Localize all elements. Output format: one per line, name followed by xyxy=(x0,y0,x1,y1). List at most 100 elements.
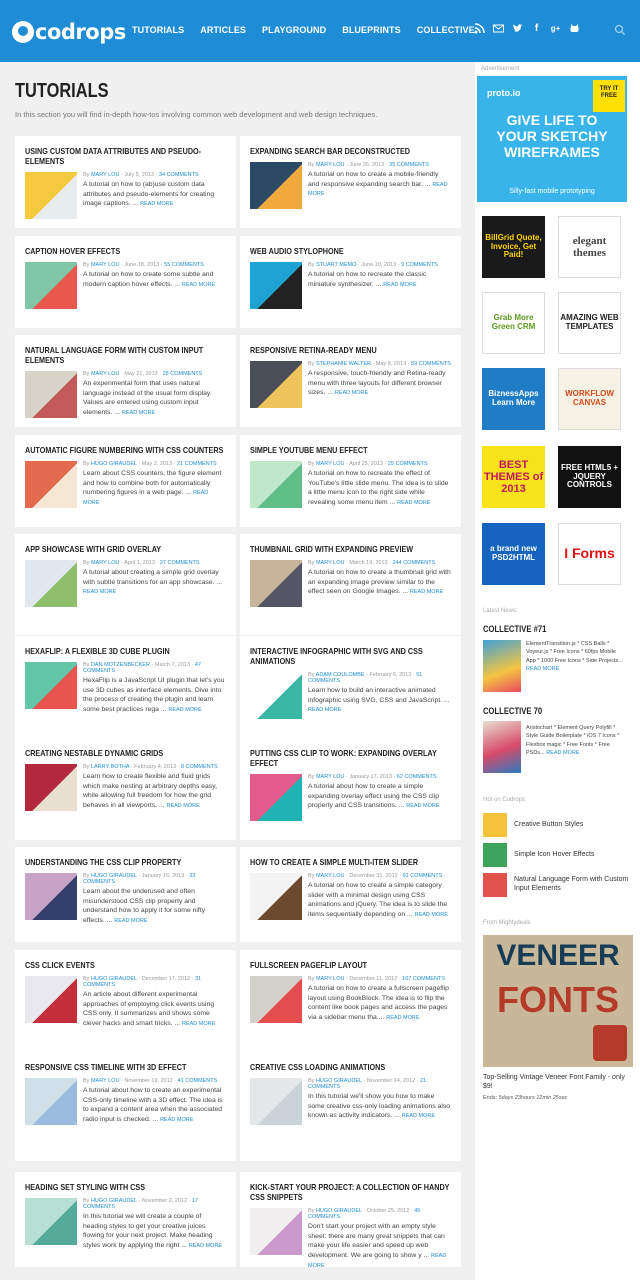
comments-link[interactable]: 62 COMMENTS xyxy=(397,774,437,780)
tutorial-thumbnail[interactable] xyxy=(25,1078,77,1126)
tutorial-thumbnail[interactable] xyxy=(250,873,302,921)
deal-title[interactable]: Top-Selling Vintage Veneer Font Family -… xyxy=(483,1073,633,1092)
news-read-more-71[interactable]: READ MORE xyxy=(526,666,559,672)
comments-link[interactable]: 34 COMMENTS xyxy=(159,172,199,178)
rss-icon[interactable] xyxy=(474,23,485,34)
author-link[interactable]: MARY LOU xyxy=(316,774,345,780)
read-more-link[interactable]: READ MORE xyxy=(83,589,116,595)
read-more-link[interactable]: READ MORE xyxy=(140,201,173,207)
nav-blueprints[interactable]: BLUEPRINTS xyxy=(342,25,401,35)
news-read-more-70[interactable]: READ MORE xyxy=(546,750,579,756)
tutorial-thumbnail[interactable] xyxy=(25,976,77,1024)
github-icon[interactable] xyxy=(569,23,580,34)
tutorial-title[interactable]: Responsive CSS Timeline with 3D Effect xyxy=(25,1062,225,1072)
news-title-71[interactable]: COLLECTIVE #71 xyxy=(483,624,546,634)
news-title-70[interactable]: COLLECTIVE 70 xyxy=(483,706,542,716)
comments-link[interactable]: 107 COMMENTS xyxy=(402,976,445,982)
tutorial-title[interactable]: Automatic Figure Numbering with CSS Coun… xyxy=(25,445,225,455)
read-more-link[interactable]: READ MORE xyxy=(397,500,430,506)
read-more-link[interactable]: READ MORE xyxy=(415,912,448,918)
comments-link[interactable]: 41 COMMENTS xyxy=(178,1078,218,1084)
facebook-icon[interactable]: f xyxy=(531,23,542,34)
tutorial-thumbnail[interactable] xyxy=(25,262,77,310)
search-icon[interactable] xyxy=(614,24,626,36)
author-link[interactable]: MARY LOU xyxy=(316,162,345,168)
comments-link[interactable]: 25 COMMENTS xyxy=(388,461,428,467)
comments-link[interactable]: 8 COMMENTS xyxy=(181,764,218,770)
read-more-link[interactable]: READ MORE xyxy=(308,707,341,713)
comments-link[interactable]: 21 COMMENTS xyxy=(177,461,217,467)
tutorial-thumbnail[interactable] xyxy=(25,1198,77,1246)
tutorial-thumbnail[interactable] xyxy=(250,1208,302,1256)
comments-link[interactable]: 28 COMMENTS xyxy=(163,371,203,377)
tutorial-thumbnail[interactable] xyxy=(250,976,302,1024)
veneer-deal-image[interactable]: VENEER FONTS xyxy=(483,935,633,1067)
read-more-link[interactable]: READ MORE xyxy=(406,803,439,809)
mail-icon[interactable] xyxy=(493,23,504,34)
author-link[interactable]: MARY LOU xyxy=(91,1078,120,1084)
tutorial-thumbnail[interactable] xyxy=(250,461,302,509)
tutorial-thumbnail[interactable] xyxy=(25,172,77,220)
author-link[interactable]: MARY LOU xyxy=(91,371,120,377)
tutorial-title[interactable]: App Showcase with Grid Overlay xyxy=(25,544,225,554)
author-link[interactable]: LARRY BOTHA xyxy=(91,764,129,770)
tutorial-title[interactable]: Responsive Retina-Ready Menu xyxy=(250,345,450,355)
author-link[interactable]: MARY LOU xyxy=(316,976,345,982)
read-more-link[interactable]: READ MORE xyxy=(386,1015,419,1021)
ad-html5-jquery[interactable]: FREE HTML5 + JQUERY CONTROLS xyxy=(558,446,621,508)
twitter-icon[interactable] xyxy=(512,23,523,34)
tutorial-title[interactable]: CSS Click Events xyxy=(25,960,225,970)
tutorial-thumbnail[interactable] xyxy=(250,162,302,210)
ad-best-themes[interactable]: BEST THEMES of 2013 xyxy=(482,446,545,508)
hot-item[interactable]: Simple Icon Hover Effects xyxy=(483,843,633,867)
author-link[interactable]: MARY LOU xyxy=(91,262,120,268)
ad-workflow-canvas[interactable]: WORKFLOW CANVAS xyxy=(558,368,621,430)
ad-biznessapps[interactable]: BiznessApps Learn More xyxy=(482,368,545,430)
nav-collective[interactable]: COLLECTIVE xyxy=(417,25,475,35)
comments-link[interactable]: 27 COMMENTS xyxy=(160,560,200,566)
tutorial-title[interactable]: Caption Hover Effects xyxy=(25,246,225,256)
author-link[interactable]: HUGO GIRAUDEL xyxy=(91,461,137,467)
tutorial-thumbnail[interactable] xyxy=(250,1078,302,1126)
hot-item[interactable]: Creative Button Styles xyxy=(483,813,633,837)
comments-link[interactable]: 9 COMMENTS xyxy=(401,262,438,268)
author-link[interactable]: MARY LOU xyxy=(316,461,345,467)
tutorial-title[interactable]: Understanding the CSS Clip Property xyxy=(25,857,225,867)
tutorial-thumbnail[interactable] xyxy=(25,461,77,509)
hot-item[interactable]: Natural Language Form with Custom Input … xyxy=(483,873,633,897)
read-more-link[interactable]: READ MORE xyxy=(122,410,155,416)
author-link[interactable]: MARY LOU xyxy=(316,873,345,879)
tutorial-thumbnail[interactable] xyxy=(25,764,77,812)
tutorial-thumbnail[interactable] xyxy=(250,361,302,409)
proto-io-ad[interactable]: proto.io TRY IT FREE GIVE LIFE TO YOUR S… xyxy=(477,76,627,202)
tutorial-title[interactable]: Putting CSS Clip to Work: Expanding Over… xyxy=(250,748,450,768)
comments-link[interactable]: 59 COMMENTS xyxy=(411,361,451,367)
ad-billgrid[interactable]: BillGrid Quote, Invoice, Get Paid! xyxy=(482,216,545,278)
tutorial-title[interactable]: Simple YouTube Menu Effect xyxy=(250,445,450,455)
comments-link[interactable]: 35 COMMENTS xyxy=(389,162,429,168)
ad-psd2html[interactable]: a brand new PSD2HTML xyxy=(482,523,545,585)
tutorial-title[interactable]: Creative CSS Loading Animations xyxy=(250,1062,450,1072)
tutorial-title[interactable]: Expanding Search Bar Deconstructed xyxy=(250,146,450,156)
tutorial-title[interactable]: Web Audio Stylophone xyxy=(250,246,450,256)
comments-link[interactable]: 91 COMMENTS xyxy=(403,873,443,879)
nav-playground[interactable]: PLAYGROUND xyxy=(262,25,326,35)
read-more-link[interactable]: READ MORE xyxy=(168,707,201,713)
codrops-logo[interactable]: codrops xyxy=(12,17,126,47)
tutorial-thumbnail[interactable] xyxy=(250,262,302,310)
tutorial-title[interactable]: HexaFlip: A Flexible 3D Cube Plugin xyxy=(25,646,225,656)
news-thumb-70[interactable] xyxy=(483,721,521,773)
tutorial-thumbnail[interactable] xyxy=(25,371,77,419)
read-more-link[interactable]: READ MORE xyxy=(410,589,443,595)
tutorial-title[interactable]: Kick-Start Your Project: A Collection of… xyxy=(250,1182,450,1202)
read-more-link[interactable]: READ MORE xyxy=(167,803,200,809)
tutorial-title[interactable]: Interactive Infographic with SVG and CSS… xyxy=(250,646,450,666)
read-more-link[interactable]: READ MORE xyxy=(114,918,147,924)
tutorial-thumbnail[interactable] xyxy=(25,873,77,921)
tutorial-title[interactable]: Thumbnail Grid with Expanding Preview xyxy=(250,544,450,554)
read-more-link[interactable]: READ MORE xyxy=(182,1021,215,1027)
author-link[interactable]: MARY LOU xyxy=(91,560,120,566)
author-link[interactable]: STUART MEMO xyxy=(316,262,356,268)
nav-tutorials[interactable]: TUTORIALS xyxy=(132,25,184,35)
tutorial-thumbnail[interactable] xyxy=(25,560,77,608)
